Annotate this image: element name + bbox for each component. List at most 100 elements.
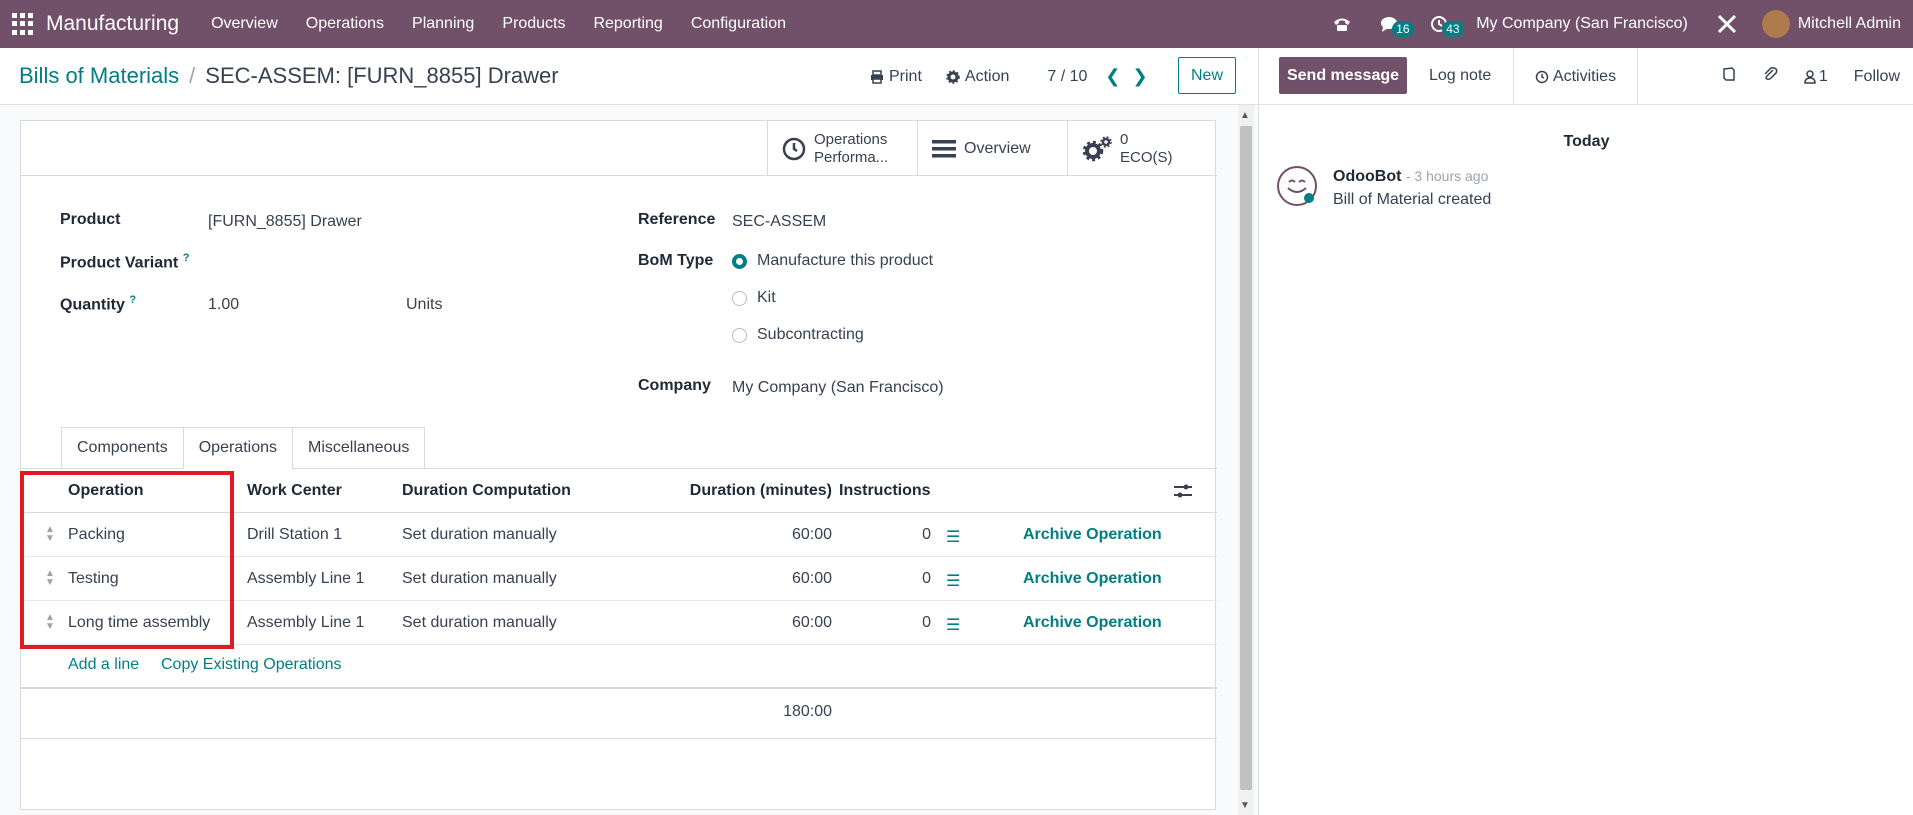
new-button[interactable]: New bbox=[1178, 57, 1236, 94]
send-message-button[interactable]: Send message bbox=[1279, 57, 1407, 94]
row-duration-computation[interactable]: Set duration manually bbox=[402, 614, 557, 632]
company-label: Company bbox=[638, 377, 711, 394]
row-instructions-count: 0 bbox=[922, 526, 931, 543]
bom-type-subcontracting-radio[interactable]: Subcontracting bbox=[732, 326, 864, 344]
column-instructions[interactable]: Instructions bbox=[839, 482, 931, 500]
smart-button-box: Operations Performa... Overview 0 ECO(S) bbox=[21, 121, 1217, 176]
row-work-center[interactable]: Assembly Line 1 bbox=[247, 614, 364, 632]
company-switcher[interactable]: My Company (San Francisco) bbox=[1462, 15, 1702, 33]
bom-type-manufacture-label: Manufacture this product bbox=[757, 252, 934, 269]
company-field[interactable]: My Company (San Francisco) bbox=[732, 379, 944, 397]
printer-icon bbox=[871, 69, 883, 84]
optional-columns-toggle-icon[interactable] bbox=[1174, 483, 1192, 504]
breadcrumb: Bills of Materials / SEC-ASSEM: [FURN_88… bbox=[19, 63, 559, 89]
bom-type-kit-label: Kit bbox=[757, 289, 776, 306]
add-a-line-link[interactable]: Add a line bbox=[68, 656, 139, 674]
messages-badge: 16 bbox=[1392, 21, 1414, 37]
followers-button[interactable]: 1 bbox=[1804, 68, 1828, 86]
archive-operation-button[interactable]: Archive Operation bbox=[1023, 614, 1162, 632]
radio-unchecked-icon bbox=[732, 290, 747, 306]
archive-operation-button[interactable]: Archive Operation bbox=[1023, 526, 1162, 544]
product-variant-field[interactable] bbox=[208, 252, 528, 274]
row-duration[interactable]: 60:00 bbox=[701, 526, 832, 544]
gear-icon bbox=[946, 69, 960, 84]
print-button[interactable]: Print bbox=[870, 68, 922, 86]
add-line-row: Add a line Copy Existing Operations bbox=[21, 645, 1217, 687]
book-icon[interactable] bbox=[1722, 67, 1736, 86]
user-icon bbox=[1804, 69, 1816, 84]
eco-button[interactable]: 0 ECO(S) bbox=[1067, 121, 1217, 176]
app-name[interactable]: Manufacturing bbox=[46, 12, 179, 36]
messages-icon[interactable]: 16 bbox=[1366, 15, 1416, 37]
pager-next-icon[interactable]: ❯ bbox=[1133, 66, 1148, 87]
uom-field[interactable]: Units bbox=[406, 296, 442, 314]
user-menu[interactable]: Mitchell Admin bbox=[1798, 15, 1901, 33]
tab-components[interactable]: Components bbox=[61, 427, 183, 469]
activities-button[interactable]: Activities bbox=[1513, 48, 1638, 105]
overview-label: Overview bbox=[964, 139, 1031, 157]
overview-button[interactable]: Overview bbox=[917, 121, 1067, 176]
scroll-down-icon[interactable]: ▼ bbox=[1240, 800, 1250, 811]
total-duration: 180:00 bbox=[783, 703, 832, 720]
column-work-center[interactable]: Work Center bbox=[247, 482, 342, 500]
row-duration[interactable]: 60:00 bbox=[701, 570, 832, 588]
copy-existing-operations-link[interactable]: Copy Existing Operations bbox=[161, 656, 342, 674]
notebook-tabs: Components Operations Miscellaneous bbox=[61, 427, 426, 469]
bom-type-kit-radio[interactable]: Kit bbox=[732, 289, 776, 307]
message-body: Bill of Material created bbox=[1333, 191, 1492, 208]
breadcrumb-bills-of-materials[interactable]: Bills of Materials bbox=[19, 63, 179, 89]
product-field[interactable]: [FURN_8855] Drawer bbox=[208, 213, 362, 231]
instructions-list-icon[interactable]: ☰ bbox=[946, 527, 960, 547]
archive-operation-button[interactable]: Archive Operation bbox=[1023, 570, 1162, 588]
follow-button[interactable]: Follow bbox=[1854, 68, 1900, 86]
row-duration-computation[interactable]: Set duration manually bbox=[402, 570, 557, 588]
form-scrollbar-thumb[interactable] bbox=[1240, 126, 1252, 790]
print-label: Print bbox=[889, 67, 922, 85]
quantity-label: Quantity ? bbox=[60, 294, 137, 314]
menu-reporting[interactable]: Reporting bbox=[579, 15, 676, 33]
top-navbar: Manufacturing Overview Operations Planni… bbox=[0, 0, 1913, 48]
bom-type-manufacture-radio[interactable]: Manufacture this product bbox=[732, 252, 933, 270]
message-author: OdooBot - 3 hours ago bbox=[1333, 168, 1489, 185]
row-work-center[interactable]: Assembly Line 1 bbox=[247, 570, 364, 588]
product-variant-help-icon[interactable]: ? bbox=[183, 252, 190, 264]
row-duration-computation[interactable]: Set duration manually bbox=[402, 526, 557, 544]
menu-configuration[interactable]: Configuration bbox=[677, 15, 800, 33]
menu-products[interactable]: Products bbox=[488, 15, 579, 33]
menu-overview[interactable]: Overview bbox=[197, 15, 292, 33]
instructions-list-icon[interactable]: ☰ bbox=[946, 615, 960, 635]
breadcrumb-separator: / bbox=[189, 63, 196, 88]
instructions-list-icon[interactable]: ☰ bbox=[946, 571, 960, 591]
menu-operations[interactable]: Operations bbox=[292, 15, 398, 33]
quantity-field[interactable]: 1.00 bbox=[208, 296, 239, 314]
apps-grid-icon[interactable] bbox=[12, 13, 34, 35]
product-variant-label: Product Variant ? bbox=[60, 252, 190, 272]
quantity-help-icon[interactable]: ? bbox=[129, 294, 136, 306]
action-label: Action bbox=[964, 67, 1010, 85]
row-duration[interactable]: 60:00 bbox=[701, 614, 832, 632]
bom-type-label: BoM Type bbox=[638, 252, 714, 269]
reference-field[interactable]: SEC-ASSEM bbox=[732, 213, 826, 231]
user-avatar[interactable] bbox=[1761, 10, 1790, 38]
column-duration-computation[interactable]: Duration Computation bbox=[402, 482, 571, 500]
bom-type-subcontracting-label: Subcontracting bbox=[757, 326, 864, 343]
activities-clock-icon[interactable]: 43 bbox=[1416, 15, 1464, 37]
operations-performance-button[interactable]: Operations Performa... bbox=[767, 121, 917, 176]
clock-icon bbox=[1535, 70, 1549, 83]
row-work-center[interactable]: Drill Station 1 bbox=[247, 526, 342, 544]
pager-previous-icon[interactable]: ❮ bbox=[1105, 66, 1120, 87]
tab-miscellaneous[interactable]: Miscellaneous bbox=[291, 427, 426, 469]
paperclip-icon[interactable] bbox=[1762, 66, 1778, 87]
menu-planning[interactable]: Planning bbox=[398, 15, 488, 33]
action-button[interactable]: Action bbox=[946, 68, 1009, 86]
log-note-button[interactable]: Log note bbox=[1429, 67, 1491, 85]
column-duration-minutes[interactable]: Duration (minutes) bbox=[641, 482, 832, 500]
radio-unchecked-icon bbox=[732, 327, 747, 343]
activities-label: Activities bbox=[1552, 67, 1617, 85]
debug-tools-icon[interactable] bbox=[1702, 13, 1752, 35]
phone-icon[interactable] bbox=[1318, 16, 1366, 32]
tab-operations[interactable]: Operations bbox=[182, 427, 292, 469]
chatter-panel: Send message Log note Activities 1 Follo… bbox=[1258, 48, 1913, 815]
scroll-up-icon[interactable]: ▲ bbox=[1240, 110, 1250, 121]
pager-value[interactable]: 7 / 10 bbox=[1047, 68, 1087, 86]
